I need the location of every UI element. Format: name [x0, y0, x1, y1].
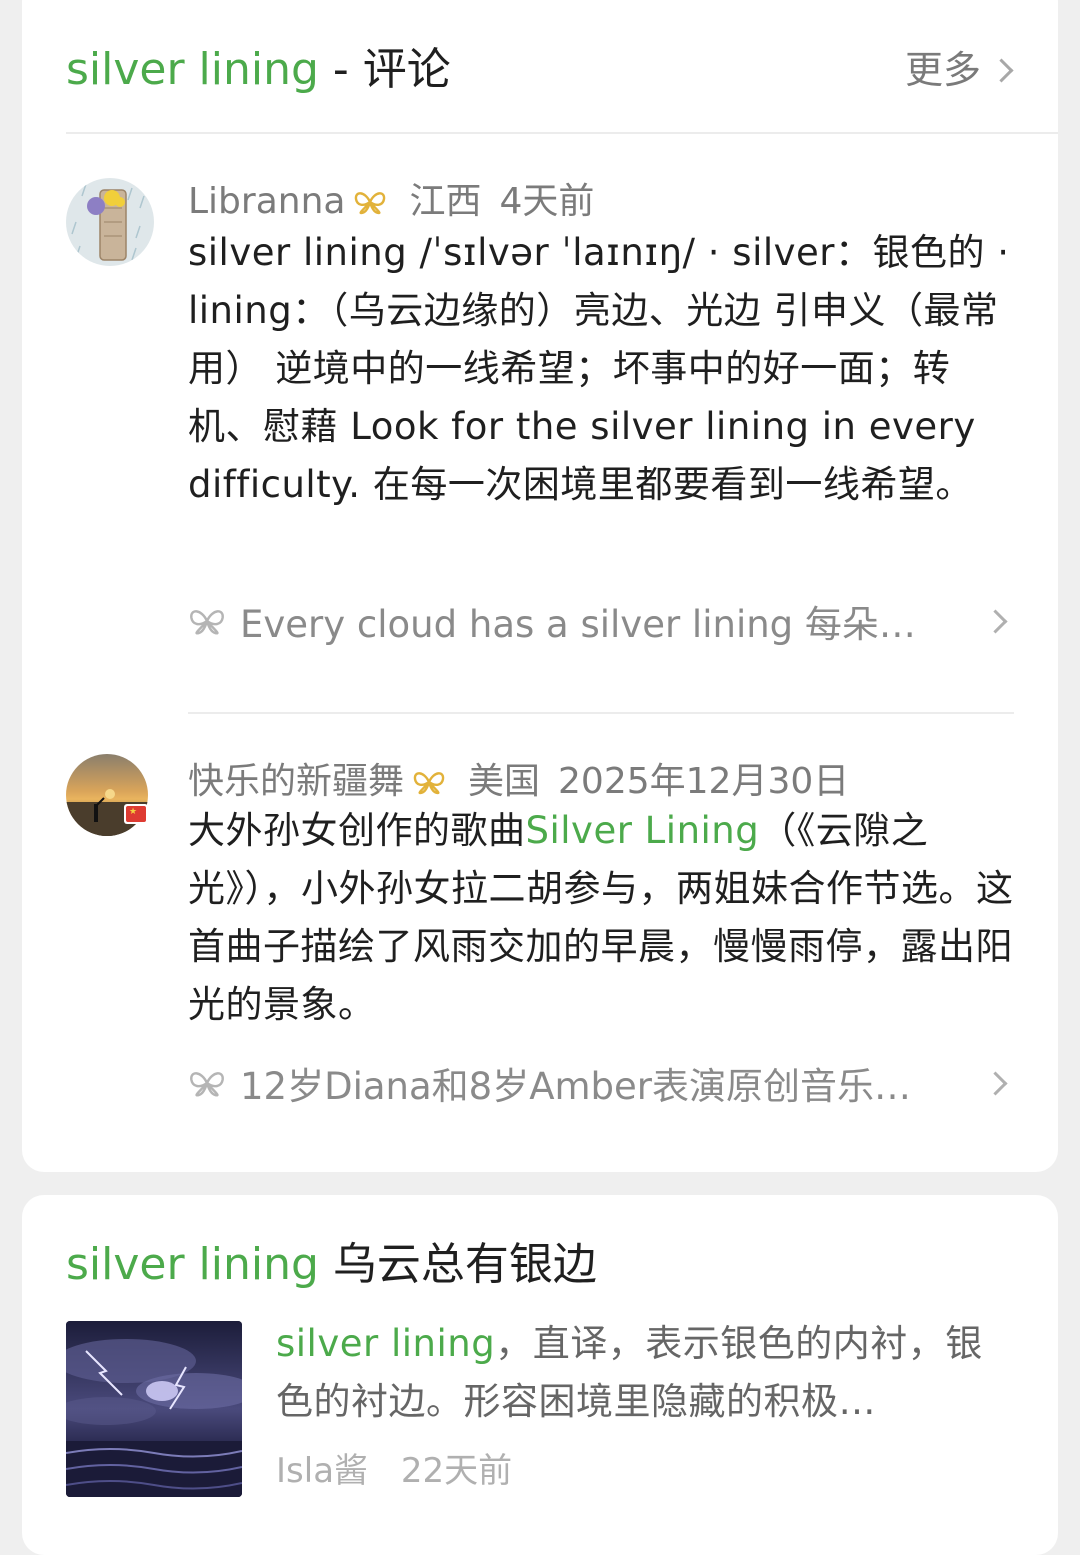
comment-text: 大外孙女创作的歌曲Silver Lining（《云隙之光》），小外孙女拉二胡参与…	[188, 802, 1018, 1034]
title-separator: -	[318, 44, 363, 95]
comment-meta: Libranna 江西 4天前	[188, 178, 594, 226]
title-suffix: 乌云总有银边	[318, 1239, 597, 1290]
quoted-article-link[interactable]: Every cloud has a silver lining 每朵…	[188, 596, 1014, 646]
comment-time: 2025年12月30日	[558, 761, 850, 802]
comments-title: silver lining - 评论	[66, 42, 451, 98]
highlighted-keyword[interactable]: Silver Lining	[526, 809, 760, 852]
chevron-right-icon	[983, 608, 1008, 634]
comment-author[interactable]: Libranna	[188, 178, 345, 226]
comment-divider	[188, 712, 1014, 714]
more-button[interactable]: 更多	[904, 46, 1014, 94]
title-suffix: 评论	[362, 44, 451, 95]
butterfly-badge-icon	[413, 772, 445, 795]
article-meta: Isla酱 22天前	[276, 1447, 512, 1495]
article-title[interactable]: silver lining 乌云总有银边	[66, 1237, 597, 1293]
comment-location: 江西	[409, 181, 482, 222]
comment-time: 4天前	[499, 181, 595, 222]
header-divider	[66, 132, 1058, 134]
comments-header: silver lining - 评论 更多	[66, 20, 1014, 120]
butterfly-icon	[190, 1072, 224, 1097]
article-card[interactable]: silver lining 乌云总有银边 silver lining，直译，表示…	[22, 1195, 1058, 1555]
comments-card: silver lining - 评论 更多 Libranna 江西 4天前 si…	[22, 0, 1058, 1172]
comment-text-part: 大外孙女创作的歌曲	[188, 809, 526, 852]
comment-text: silver lining /ˈsɪlvər ˈlaɪnɪŋ/ · silver…	[188, 231, 1010, 506]
description-keyword: silver lining	[276, 1322, 496, 1365]
comment-item[interactable]: ★ 快乐的新疆舞 美国 2025年12月30日 大外孙女创作的歌曲Silver …	[66, 754, 1014, 1138]
flag-badge-icon: ★	[124, 804, 148, 824]
article-thumbnail[interactable]	[66, 1321, 242, 1497]
comment-location: 美国	[468, 761, 541, 802]
chevron-right-icon	[989, 57, 1014, 83]
quoted-article-title: 12岁Diana和8岁Amber表演原创音乐…	[240, 1065, 912, 1108]
comment-meta: 快乐的新疆舞 美国 2025年12月30日	[188, 758, 849, 806]
butterfly-icon	[190, 610, 224, 635]
article-author[interactable]: Isla酱	[276, 1451, 368, 1491]
title-keyword: silver lining	[66, 1239, 319, 1290]
comment-item[interactable]: Libranna 江西 4天前 silver lining /ˈsɪlvər ˈ…	[66, 178, 1014, 698]
butterfly-badge-icon	[355, 192, 386, 215]
quoted-article-link[interactable]: 12岁Diana和8岁Amber表演原创音乐…	[188, 1058, 1014, 1108]
article-time: 22天前	[400, 1451, 513, 1491]
avatar[interactable]	[66, 178, 154, 266]
comment-author[interactable]: 快乐的新疆舞	[188, 758, 404, 806]
title-keyword: silver lining	[66, 44, 319, 95]
quoted-article-title: Every cloud has a silver lining 每朵…	[240, 603, 916, 646]
article-description: silver lining，直译，表示银色的内衬，银色的衬边。形容困境里隐藏的积…	[276, 1315, 996, 1431]
more-label: 更多	[904, 48, 981, 92]
chevron-right-icon	[983, 1070, 1008, 1096]
